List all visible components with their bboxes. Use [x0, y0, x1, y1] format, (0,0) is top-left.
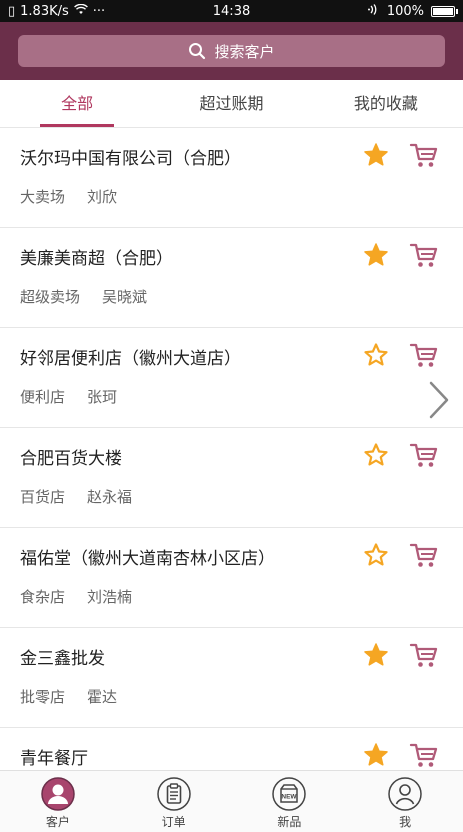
profile-icon [388, 777, 422, 811]
status-left: ▯ 1.83K/s ··· [8, 3, 106, 19]
list-item[interactable]: 好邻居便利店（徽州大道店） 便利店 张珂 [0, 328, 463, 428]
search-input[interactable]: 搜索客户 [18, 35, 445, 67]
customer-meta: 食杂店 刘浩楠 [20, 586, 132, 607]
tab-bar: 全部 超过账期 我的收藏 [0, 80, 463, 128]
search-placeholder: 搜索客户 [214, 42, 275, 61]
cart-icon[interactable] [409, 140, 439, 170]
contact-person: 霍达 [87, 688, 118, 706]
tab-1[interactable]: 超过账期 [154, 80, 308, 127]
customer-list: 沃尔玛中国有限公司（合肥） 大卖场 刘欣美廉美商超（合肥） 超级卖场 吴晓斌好邻居便利店… [0, 128, 463, 770]
bottom-nav: 客户 订单 NEW 新品 我 [0, 770, 463, 832]
sim-icon: ▯ [8, 3, 16, 19]
contact-person: 刘浩楠 [87, 588, 133, 606]
customer-meta: 百货店 赵永福 [20, 486, 132, 507]
cart-icon[interactable] [409, 340, 439, 370]
star-outline-icon[interactable] [363, 542, 389, 568]
star-filled-icon[interactable] [363, 242, 389, 268]
contact-person: 吴晓斌 [102, 288, 148, 306]
status-right: 100% [367, 3, 458, 19]
battery-fill [433, 7, 453, 15]
customer-icon [41, 777, 75, 811]
wifi-icon [73, 3, 88, 19]
list-item[interactable]: 青年餐厅 [0, 728, 463, 770]
store-type: 便利店 [20, 388, 66, 406]
cart-icon[interactable] [409, 540, 439, 570]
cart-icon[interactable] [409, 640, 439, 670]
nav-item-order[interactable]: 订单 [116, 771, 232, 832]
tab-2[interactable]: 我的收藏 [309, 80, 463, 127]
search-icon [189, 43, 206, 60]
star-outline-icon[interactable] [363, 442, 389, 468]
new-product-icon: NEW [272, 777, 307, 811]
nav-label: 订单 [161, 815, 186, 829]
customer-name: 青年餐厅 [20, 749, 88, 769]
more-dots: ··· [92, 3, 106, 19]
star-filled-icon[interactable] [363, 142, 389, 168]
tab-0[interactable]: 全部 [0, 80, 154, 127]
cart-icon[interactable] [409, 740, 439, 770]
store-type: 百货店 [20, 488, 66, 506]
network-speed: 1.83K/s [20, 3, 69, 19]
nav-item-customer[interactable]: 客户 [0, 771, 116, 832]
store-type: 食杂店 [20, 588, 66, 606]
customer-name: 福佑堂（徽州大道南杏林小区店） [20, 549, 275, 569]
store-type: 大卖场 [20, 188, 66, 206]
customer-meta: 批零店 霍达 [20, 686, 117, 707]
star-filled-icon[interactable] [363, 742, 389, 768]
nav-item-new-product[interactable]: NEW 新品 [232, 771, 348, 832]
contact-person: 张珂 [87, 388, 118, 406]
customer-name: 沃尔玛中国有限公司（合肥） [20, 149, 241, 169]
order-icon [156, 777, 191, 811]
store-type: 超级卖场 [20, 288, 81, 306]
contact-person: 刘欣 [87, 188, 118, 206]
status-bar: ▯ 1.83K/s ··· 14:38 100% [0, 0, 463, 22]
list-item[interactable]: 合肥百货大楼 百货店 赵永福 [0, 428, 463, 528]
store-type: 批零店 [20, 688, 66, 706]
star-outline-icon[interactable] [363, 342, 389, 368]
customer-meta: 超级卖场 吴晓斌 [20, 286, 147, 307]
nav-item-profile[interactable]: 我 [347, 771, 463, 832]
nfc-icon [367, 3, 382, 19]
battery-percent: 100% [386, 3, 424, 19]
header: 搜索客户 [0, 22, 463, 80]
cart-icon[interactable] [409, 440, 439, 470]
customer-meta: 便利店 张珂 [20, 386, 117, 407]
nav-label: 客户 [45, 815, 70, 829]
customer-name: 金三鑫批发 [20, 649, 105, 669]
list-item[interactable]: 沃尔玛中国有限公司（合肥） 大卖场 刘欣 [0, 128, 463, 228]
customer-name: 合肥百货大楼 [20, 449, 122, 469]
cart-icon[interactable] [409, 240, 439, 270]
nav-label: 新品 [277, 815, 302, 829]
customer-name: 好邻居便利店（徽州大道店） [20, 349, 241, 369]
battery-icon [431, 5, 458, 17]
list-item[interactable]: 金三鑫批发批零店 霍达 [0, 628, 463, 728]
nav-label: 我 [399, 815, 412, 829]
customer-name: 美廉美商超（合肥） [20, 249, 173, 269]
chevron-right-icon[interactable] [425, 380, 451, 420]
list-item[interactable]: 福佑堂（徽州大道南杏林小区店） 食杂店 刘浩楠 [0, 528, 463, 628]
contact-person: 赵永福 [87, 488, 133, 506]
list-item[interactable]: 美廉美商超（合肥） 超级卖场 吴晓斌 [0, 228, 463, 328]
svg-text:NEW: NEW [282, 794, 298, 801]
star-filled-icon[interactable] [363, 642, 389, 668]
customer-meta: 大卖场 刘欣 [20, 186, 117, 207]
